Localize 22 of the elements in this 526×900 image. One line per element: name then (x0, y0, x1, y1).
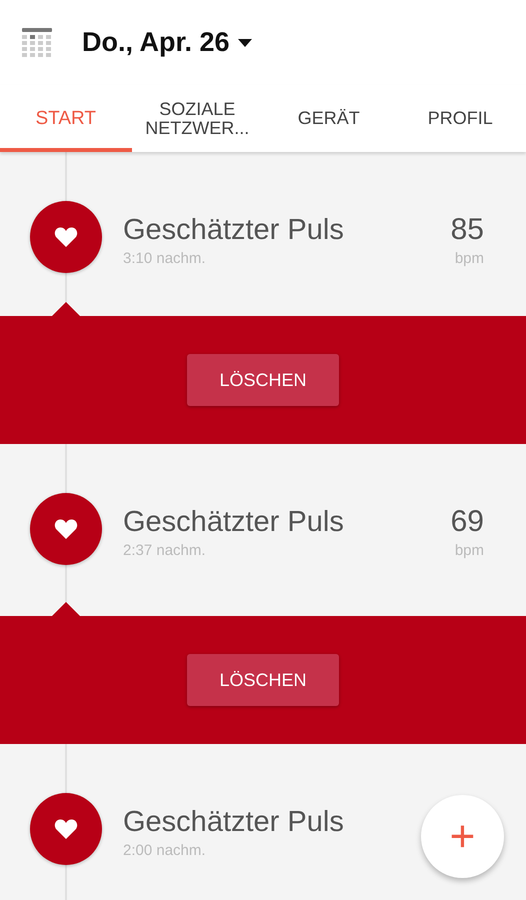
entry-title: Geschätzter Puls (123, 806, 344, 839)
entry-time: 2:00 nachm. (123, 842, 206, 859)
entry-time: 2:37 nachm. (123, 542, 206, 559)
pulse-value: 69 (450, 505, 484, 539)
delete-button[interactable]: LÖSCHEN (187, 354, 339, 406)
tab[interactable]: GERÄT (263, 85, 394, 152)
delete-button[interactable]: LÖSCHEN (187, 654, 339, 706)
tab[interactable]: PROFIL (394, 85, 526, 152)
caret-icon (238, 38, 252, 46)
pulse-value: 85 (450, 213, 484, 247)
heart-icon (54, 226, 78, 248)
entry-title: Geschätzter Puls (123, 214, 344, 247)
tab[interactable]: SOZIALE NETZWER... (132, 85, 263, 152)
calendar-icon[interactable] (22, 28, 52, 58)
entry-title: Geschätzter Puls (123, 506, 344, 539)
heart-icon (54, 818, 78, 840)
entry-time: 3:10 nachm. (123, 250, 206, 267)
pulse-unit: bpm (454, 542, 484, 559)
pulse-unit: bpm (454, 250, 484, 267)
heart-icon (54, 518, 78, 540)
date-picker[interactable]: Do., Apr. 26 (82, 27, 252, 58)
tab[interactable]: START (0, 85, 132, 152)
